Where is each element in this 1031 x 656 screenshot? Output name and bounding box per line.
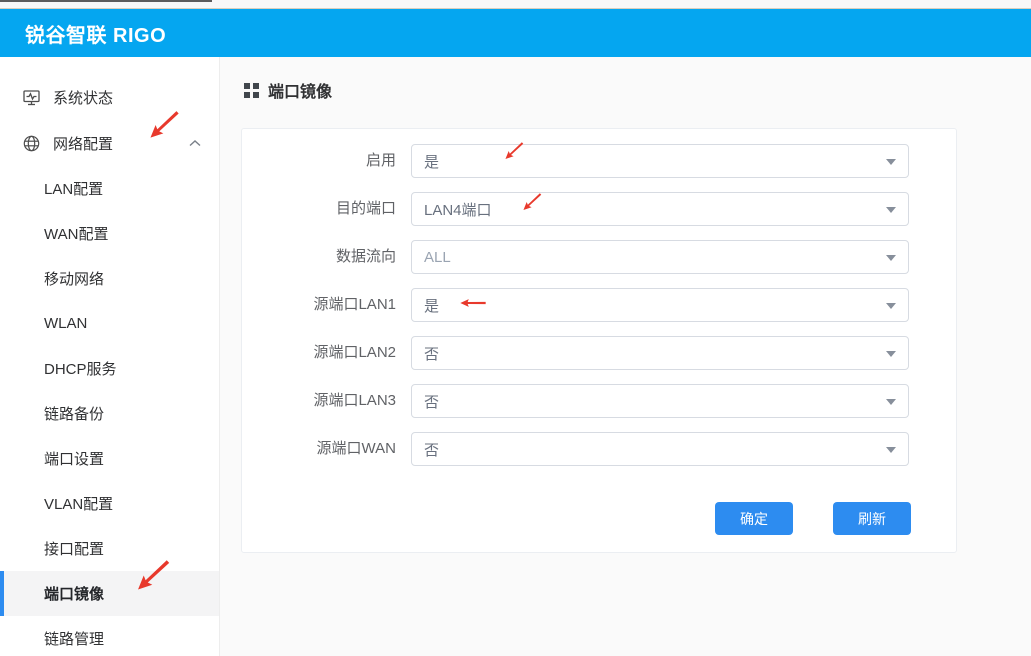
field-label: 源端口LAN3 xyxy=(242,384,411,418)
page-title: 端口镜像 xyxy=(244,78,332,102)
sidebar-item-label: 系统状态 xyxy=(53,87,113,108)
source-port-lan2-select[interactable]: 否 xyxy=(411,336,909,370)
source-port-wan-select[interactable]: 否 xyxy=(411,432,909,466)
field-label: 目的端口 xyxy=(242,192,411,226)
sidebar-item-network-config[interactable]: 网络配置 xyxy=(0,120,219,166)
enable-select[interactable]: 是 xyxy=(411,144,909,178)
app-header: 锐谷智联 RIGO xyxy=(0,9,1031,57)
destination-port-select[interactable]: LAN4端口 xyxy=(411,192,909,226)
form-row: 源端口LAN1 是 xyxy=(242,288,956,322)
sidebar-item-port-mirroring[interactable]: 端口镜像 xyxy=(0,571,219,616)
chevron-down-icon xyxy=(886,159,896,165)
sidebar: 系统状态 网络配置 LAN配置 WAN配置 移动网络 WLAN DHCP服务 xyxy=(0,57,220,656)
sidebar-item-wan-config[interactable]: WAN配置 xyxy=(0,211,219,256)
form-row: 源端口WAN 否 xyxy=(242,432,956,466)
monitor-icon xyxy=(22,88,41,107)
chevron-down-icon xyxy=(886,255,896,261)
field-label: 数据流向 xyxy=(242,240,411,274)
sidebar-item-mobile-network[interactable]: 移动网络 xyxy=(0,256,219,301)
chevron-down-icon xyxy=(886,447,896,453)
sidebar-item-link-management[interactable]: 链路管理 xyxy=(0,616,219,656)
sidebar-item-system-status[interactable]: 系统状态 xyxy=(0,74,219,120)
sidebar-item-lan-config[interactable]: LAN配置 xyxy=(0,166,219,211)
sidebar-item-label: 网络配置 xyxy=(53,133,113,154)
chevron-down-icon xyxy=(886,399,896,405)
form-row: 源端口LAN2 否 xyxy=(242,336,956,370)
form-row: 目的端口 LAN4端口 xyxy=(242,192,956,226)
form-row: 数据流向 ALL xyxy=(242,240,956,274)
port-mirroring-panel: 启用 是 目的端口 LAN4端口 数据流向 ALL xyxy=(241,128,957,553)
field-label: 源端口WAN xyxy=(242,432,411,466)
data-direction-select[interactable]: ALL xyxy=(411,240,909,274)
chevron-down-icon xyxy=(886,303,896,309)
window-edge xyxy=(0,0,212,2)
brand-title: 锐谷智联 RIGO xyxy=(0,19,166,48)
field-label: 源端口LAN2 xyxy=(242,336,411,370)
form-row: 源端口LAN3 否 xyxy=(242,384,956,418)
button-row: 确定 刷新 xyxy=(242,502,956,535)
window-top-strip xyxy=(0,0,1031,9)
chevron-down-icon xyxy=(886,351,896,357)
main-content: 端口镜像 启用 是 目的端口 LAN4端口 数据流向 ALL xyxy=(220,57,1031,656)
sidebar-item-wlan[interactable]: WLAN xyxy=(0,301,219,346)
field-label: 启用 xyxy=(242,144,411,178)
sidebar-item-port-settings[interactable]: 端口设置 xyxy=(0,436,219,481)
globe-icon xyxy=(22,134,41,153)
field-label: 源端口LAN1 xyxy=(242,288,411,322)
sidebar-item-vlan-config[interactable]: VLAN配置 xyxy=(0,481,219,526)
sidebar-item-dhcp-service[interactable]: DHCP服务 xyxy=(0,346,219,391)
chevron-up-icon xyxy=(189,140,201,147)
source-port-lan1-select[interactable]: 是 xyxy=(411,288,909,322)
confirm-button[interactable]: 确定 xyxy=(715,502,793,535)
page: 锐谷智联 RIGO 系统状态 xyxy=(0,0,1031,656)
refresh-button[interactable]: 刷新 xyxy=(833,502,911,535)
sidebar-item-link-backup[interactable]: 链路备份 xyxy=(0,391,219,436)
form-row: 启用 是 xyxy=(242,144,956,178)
chevron-down-icon xyxy=(886,207,896,213)
sidebar-item-interface-config[interactable]: 接口配置 xyxy=(0,526,219,571)
source-port-lan3-select[interactable]: 否 xyxy=(411,384,909,418)
grid-icon xyxy=(244,83,259,98)
